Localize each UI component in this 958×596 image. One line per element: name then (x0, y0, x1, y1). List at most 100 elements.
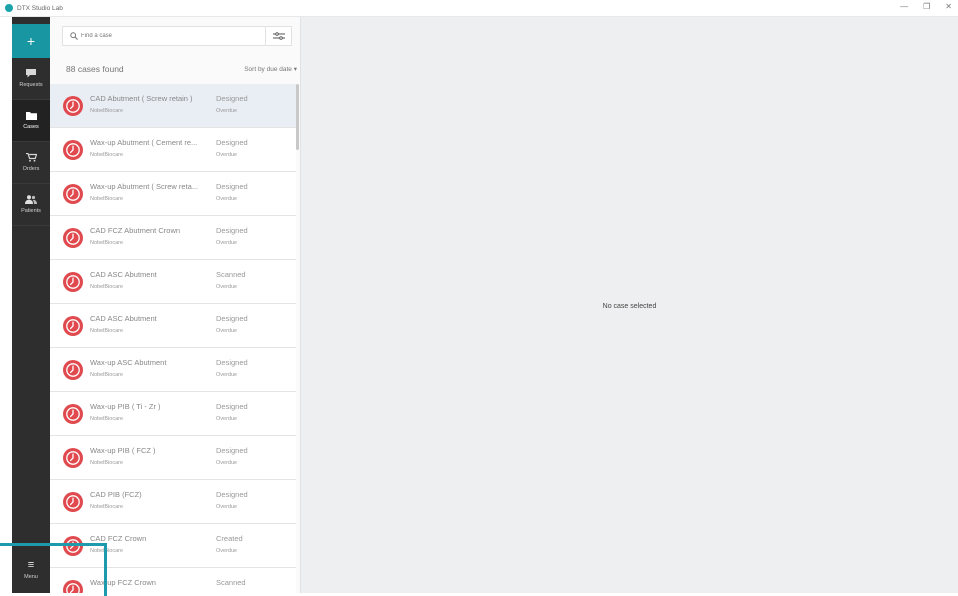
case-name: CAD ASC Abutment (90, 314, 157, 323)
case-due: Overdue (216, 152, 238, 158)
app-title: DTX Studio Lab (17, 4, 63, 12)
overdue-clock-icon (63, 140, 83, 160)
case-name: Wax-up PIB ( FCZ ) (90, 446, 156, 455)
people-icon (25, 195, 37, 204)
sidebar-item-orders[interactable]: Orders (12, 142, 50, 184)
overdue-clock-icon (63, 448, 83, 468)
case-row[interactable]: Wax-up PIB ( Ti - Zr ) NobelBiocare Design… (50, 392, 296, 436)
case-due: Overdue (216, 504, 238, 510)
case-vendor: NobelBiocare (90, 284, 124, 290)
overdue-clock-icon (63, 228, 83, 248)
search-box (62, 26, 292, 46)
case-name: CAD PIB (FCZ) (90, 490, 142, 499)
sidebar-item-cases[interactable]: Cases (12, 100, 50, 142)
results-header: 88 cases found Sort by due date ▾ (66, 64, 297, 74)
case-row[interactable]: Wax-up ASC Abutment NobelBiocare Designed O… (50, 348, 296, 392)
case-due: Overdue (216, 416, 238, 422)
case-status: Designed (216, 94, 248, 103)
title-bar: DTX Studio Lab — ❐ ✕ (0, 0, 958, 17)
case-status: Designed (216, 182, 248, 191)
case-due: Overdue (216, 328, 238, 334)
case-status: Designed (216, 226, 248, 235)
overdue-clock-icon (63, 272, 83, 292)
case-due: Overdue (216, 108, 238, 114)
empty-state-message: No case selected (602, 303, 657, 310)
cart-icon (25, 153, 37, 162)
search-input[interactable] (81, 33, 261, 39)
results-count: 88 cases found (66, 64, 124, 74)
menu-label: Menu (24, 574, 38, 580)
case-vendor: NobelBiocare (90, 108, 124, 114)
overdue-clock-icon (63, 96, 83, 116)
case-name: Wax-up Abutment ( Screw reta... (90, 182, 199, 191)
sidebar-item-patients[interactable]: Patients (12, 184, 50, 226)
case-row[interactable]: Wax-up FCZ Crown Scanned (50, 568, 296, 593)
minimize-icon[interactable]: — (900, 2, 908, 11)
search-icon (70, 32, 78, 40)
case-row[interactable]: CAD Abutment ( Screw retain ) NobelBiocar… (50, 84, 296, 128)
folder-icon (25, 111, 37, 120)
case-vendor: NobelBiocare (90, 416, 124, 422)
close-icon[interactable]: ✕ (945, 2, 952, 11)
chat-bubble-icon (25, 69, 37, 78)
case-status: Designed (216, 402, 248, 411)
case-list: CAD Abutment ( Screw retain ) NobelBiocar… (50, 84, 296, 593)
case-vendor: NobelBiocare (90, 328, 124, 334)
case-name: CAD FCZ Crown (90, 534, 147, 543)
overdue-clock-icon (63, 184, 83, 204)
case-row[interactable]: Wax-up Abutment ( Screw reta... NobelBioc… (50, 172, 296, 216)
overdue-clock-icon (63, 492, 83, 512)
sidebar-item-label: Cases (23, 124, 39, 130)
overdue-clock-icon (63, 580, 83, 593)
case-due: Overdue (216, 460, 238, 466)
case-due: Overdue (216, 196, 238, 202)
case-vendor: NobelBiocare (90, 152, 124, 158)
case-row[interactable]: CAD PIB (FCZ) NobelBiocare Designed Overdue (50, 480, 296, 524)
overdue-clock-icon (63, 404, 83, 424)
case-detail-pane: No case selected (301, 17, 958, 593)
case-vendor: NobelBiocare (90, 460, 124, 466)
case-row[interactable]: CAD FCZ Crown NobelBiocare Created Overdue (50, 524, 296, 568)
case-vendor: NobelBiocare (90, 372, 124, 378)
case-name: Wax-up Abutment ( Cement re... (90, 138, 198, 147)
restore-icon[interactable]: ❐ (923, 2, 930, 11)
case-name: Wax-up FCZ Crown (90, 578, 156, 587)
case-vendor: NobelBiocare (90, 240, 124, 246)
case-status: Designed (216, 314, 248, 323)
sidebar: + Requests Cases Orders Patients ≡ Menu (12, 17, 50, 593)
case-status: Scanned (216, 270, 246, 279)
case-row[interactable]: CAD ASC Abutment NobelBiocare Designed Over… (50, 304, 296, 348)
case-vendor: NobelBiocare (90, 504, 124, 510)
case-row[interactable]: CAD ASC Abutment NobelBiocare Scanned Overd… (50, 260, 296, 304)
sort-dropdown[interactable]: Sort by due date ▾ (244, 65, 297, 73)
case-row[interactable]: Wax-up Abutment ( Cement re... NobelBioca… (50, 128, 296, 172)
sidebar-item-label: Patients (21, 208, 41, 214)
overdue-clock-icon (63, 360, 83, 380)
case-vendor: NobelBiocare (90, 548, 124, 554)
window-controls: — ❐ ✕ (900, 2, 952, 11)
case-row[interactable]: Wax-up PIB ( FCZ ) NobelBiocare Designed Ov… (50, 436, 296, 480)
case-status: Designed (216, 138, 248, 147)
case-name: CAD ASC Abutment (90, 270, 157, 279)
sidebar-item-requests[interactable]: Requests (12, 58, 50, 100)
menu-button[interactable]: ≡ Menu (12, 553, 50, 587)
case-name: Wax-up PIB ( Ti - Zr ) (90, 402, 161, 411)
overdue-clock-icon (63, 316, 83, 336)
case-name: Wax-up ASC Abutment (90, 358, 167, 367)
case-due: Overdue (216, 372, 238, 378)
case-due: Overdue (216, 284, 238, 290)
filter-button[interactable] (265, 27, 291, 45)
app-logo-icon (5, 4, 13, 12)
overdue-clock-icon (63, 536, 83, 556)
scrollbar[interactable] (296, 84, 299, 150)
case-due: Overdue (216, 240, 238, 246)
sidebar-item-label: Requests (19, 82, 43, 88)
hamburger-icon: ≡ (27, 559, 35, 571)
app-window: DTX Studio Lab — ❐ ✕ + Requests Cases Or… (0, 0, 958, 596)
case-vendor: NobelBiocare (90, 196, 124, 202)
new-case-button[interactable]: + (12, 24, 50, 58)
case-status: Designed (216, 358, 248, 367)
case-row[interactable]: CAD FCZ Abutment Crown NobelBiocare Design… (50, 216, 296, 260)
case-name: CAD Abutment ( Screw retain ) (90, 94, 193, 103)
case-status: Designed (216, 446, 248, 455)
